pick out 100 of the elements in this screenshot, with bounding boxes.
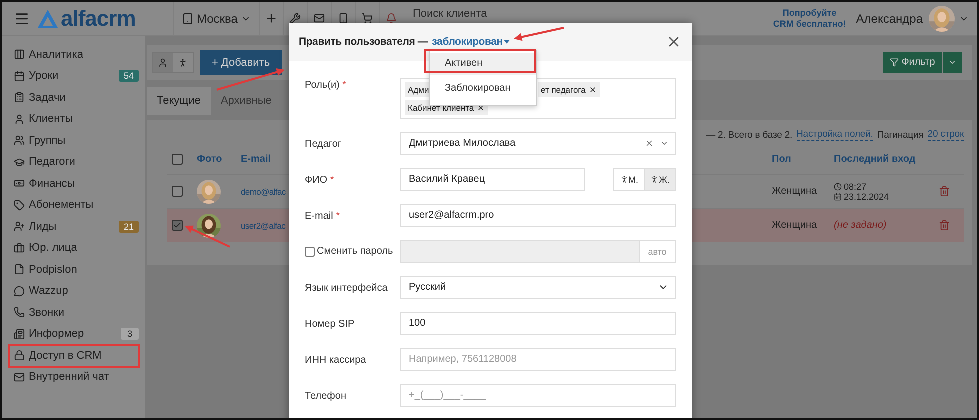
sidebar-icon [14,156,25,168]
login-date: 23.12.2024 [844,192,890,202]
change-password-checkbox[interactable]: Сменить пароль [305,246,400,257]
annotation-arrow [216,68,285,91]
table-cell-text: (не задано) [834,220,888,231]
sidebar-icon [14,135,25,146]
table-cell-text: demo@alfac [241,186,287,196]
menu-icon[interactable] [14,10,30,26]
role-tag: ет педагога [538,82,600,97]
delete-icon[interactable] [939,220,950,231]
status-dropdown[interactable]: заблокирован [432,36,510,48]
sidebar-icon [14,49,25,60]
sidebar-icon [14,200,25,211]
sidebar-item[interactable]: Лиды 21 [2,216,145,238]
menu-item[interactable]: Заблокирован [430,78,536,100]
sidebar-icon [14,221,25,232]
promo-link[interactable]: Попробуйте CRM бесплатно! [773,8,846,30]
field-label: ИНН кассира [305,354,368,366]
sidebar-item[interactable]: Wazzup [2,280,145,302]
add-button[interactable]: + Добавить [200,50,282,75]
annotation-arrow [514,27,564,42]
column-header[interactable]: Фото [197,154,241,164]
tablet-icon [182,12,194,24]
annotation-arrow [185,226,230,248]
gender-button[interactable]: М. [613,168,645,191]
gender-button[interactable]: Ж. [644,168,676,191]
checkbox[interactable] [172,154,183,164]
clear-icon[interactable] [645,139,654,148]
input-field[interactable]: 100 [400,312,676,335]
field-label: Педагог [305,138,343,150]
sidebar-icon [14,264,25,276]
sidebar-item[interactable]: Абонементы [2,194,145,216]
clock-icon [834,182,842,190]
table-cell-text: Женщина [772,186,818,197]
person-icon [620,175,628,184]
sidebar-icon [14,70,25,82]
table-cell-text: Женщина [772,220,818,231]
input-field[interactable]: +_(___)___-____ [400,384,676,407]
fields-link[interactable]: Настройка полей. [796,129,874,141]
remove-icon[interactable] [588,86,597,94]
tab[interactable]: Текущие [147,87,211,115]
calendar-icon [834,192,842,200]
language-select[interactable]: Русский [400,276,676,299]
range-text: — 2. Всего в базе 2. [706,130,793,140]
field-label: E-mail * [305,210,342,222]
table-cell-text: user2@alfac [241,220,287,230]
city-dropdown[interactable]: Москва [173,2,259,36]
sidebar-item[interactable]: Звонки [2,302,145,324]
sidebar-item[interactable]: Группы [2,130,145,152]
input-field[interactable]: Например, 7561128008 [400,348,676,371]
sidebar-item[interactable]: Аналитика [2,44,145,66]
sidebar-icon [14,242,25,254]
sidebar-icon [14,92,25,104]
delete-icon[interactable] [939,186,950,197]
checkbox[interactable] [172,220,183,231]
count-badge: 54 [118,70,139,82]
sidebar-icon [14,372,25,383]
sidebar-icon [14,350,25,362]
column-header[interactable]: Последний вход [834,154,939,164]
auto-button[interactable]: авто [640,240,676,263]
sidebar-item[interactable]: Podpislon [2,259,145,280]
name-field[interactable]: Василий Кравец [400,168,585,191]
person-icon [178,58,188,68]
field-label: ФИО * [305,174,336,186]
column-header[interactable]: Пол [772,154,834,164]
sidebar-item[interactable]: Педагоги [2,152,145,173]
logo-icon [38,10,58,28]
sidebar-icon [14,114,25,125]
view-toggle-button[interactable] [153,53,173,72]
sidebar-item[interactable]: Информер 3 [2,324,145,345]
field-label: Язык интерфейса [305,282,389,294]
sidebar-item[interactable]: Клиенты [2,108,145,130]
filter-icon [890,58,899,67]
search-field[interactable]: Поиск клиента [410,4,591,22]
sidebar-item[interactable]: Уроки 54 [2,66,145,87]
checkbox[interactable] [172,186,183,197]
count-badge: 21 [118,220,139,233]
sidebar-icon [14,178,25,190]
caret-icon [660,139,669,148]
person-icon [650,175,660,184]
sidebar-item[interactable]: Задачи [2,87,145,108]
sidebar-item[interactable]: Юр. лица [2,238,145,259]
sidebar-item[interactable]: Внутренний чат [2,366,145,388]
user-icon [158,58,168,68]
count-badge: 3 [121,328,139,340]
teacher-select[interactable]: Дмитриева Милослава [400,132,676,155]
sidebar-item[interactable]: Доступ в CRM [2,345,145,366]
pagination-label: Пагинация [877,130,924,140]
sidebar-item[interactable]: Финансы [2,173,145,194]
sidebar-icon [14,307,25,318]
tab[interactable]: Архивные [210,87,282,115]
caret-icon [948,58,957,67]
dialog-title: Править пользователя — [299,36,428,48]
pagination-link[interactable]: 20 строк [928,129,964,141]
user-name[interactable]: Александра [856,12,923,26]
check-icon [173,221,182,230]
filter-button[interactable]: Фильтр [883,52,942,73]
field-label: Роль(и) * [305,79,348,91]
logo: alfacrm [61,6,136,32]
input-field[interactable]: user2@alfacrm.pro [400,204,676,227]
